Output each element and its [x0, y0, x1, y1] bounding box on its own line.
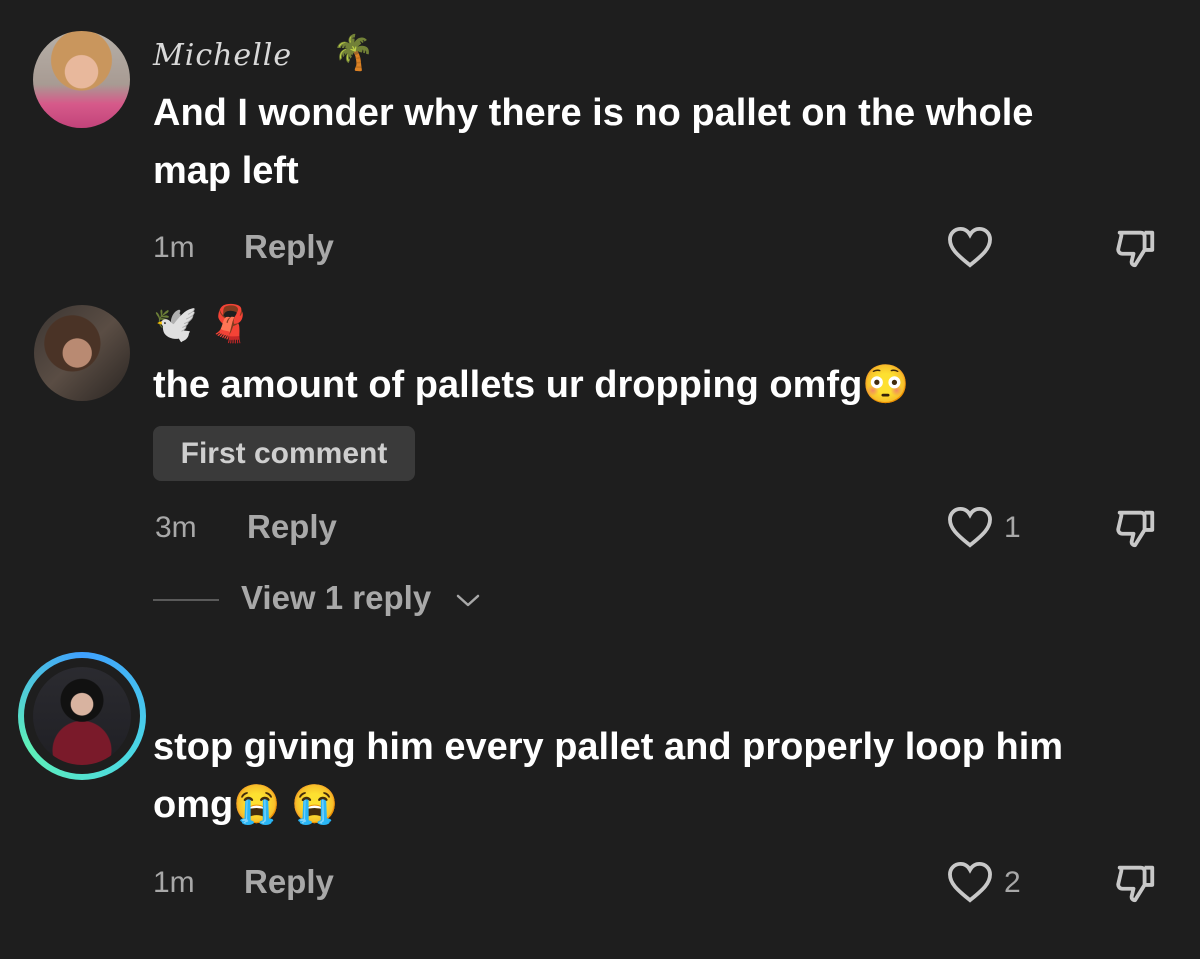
like-count: 1 [1004, 511, 1021, 544]
replies-divider [153, 599, 219, 601]
heart-outline-icon[interactable] [947, 861, 993, 903]
comment-text-line-2-body: omg [153, 784, 234, 826]
avatar-michelle[interactable] [33, 31, 130, 128]
comment-text-line-2: map left [153, 150, 299, 192]
comment-timestamp: 1m [153, 231, 195, 264]
view-replies-button[interactable]: View 1 reply [241, 579, 431, 617]
comment-text-body: the amount of pallets ur dropping omfg [153, 364, 863, 406]
thumbs-down-icon[interactable] [1112, 860, 1158, 906]
reply-button[interactable]: Reply [247, 508, 337, 546]
comment-timestamp: 3m [155, 511, 197, 544]
comment-text-line-2: omg😭 😭 [153, 776, 338, 834]
username[interactable]: Michelle [153, 38, 292, 73]
comment-text: the amount of pallets ur dropping omfg😳 [153, 356, 910, 414]
comment-timestamp: 1m [153, 866, 195, 899]
reply-button[interactable]: Reply [244, 228, 334, 266]
like-count: 2 [1004, 866, 1021, 899]
dove-scarf-emoji[interactable]: 🕊️ 🧣 [153, 306, 253, 342]
heart-outline-icon[interactable] [947, 226, 993, 268]
comment-text-line-1: And I wonder why there is no pallet on t… [153, 92, 1034, 134]
palm-tree-emoji: 🌴 [332, 34, 375, 72]
thumbs-down-icon[interactable] [1112, 225, 1158, 271]
chevron-down-icon[interactable] [455, 590, 481, 610]
first-comment-badge: First comment [153, 426, 415, 481]
heart-outline-icon[interactable] [947, 506, 993, 548]
thumbs-down-icon[interactable] [1112, 505, 1158, 551]
reply-button[interactable]: Reply [244, 863, 334, 901]
avatar-user-3[interactable] [33, 667, 131, 765]
avatar-user-2[interactable] [34, 305, 130, 401]
comment-text-line-1: stop giving him every pallet and properl… [153, 726, 1064, 768]
flushed-emoji: 😳 [862, 364, 910, 406]
crying-emoji: 😭 😭 [233, 784, 339, 826]
